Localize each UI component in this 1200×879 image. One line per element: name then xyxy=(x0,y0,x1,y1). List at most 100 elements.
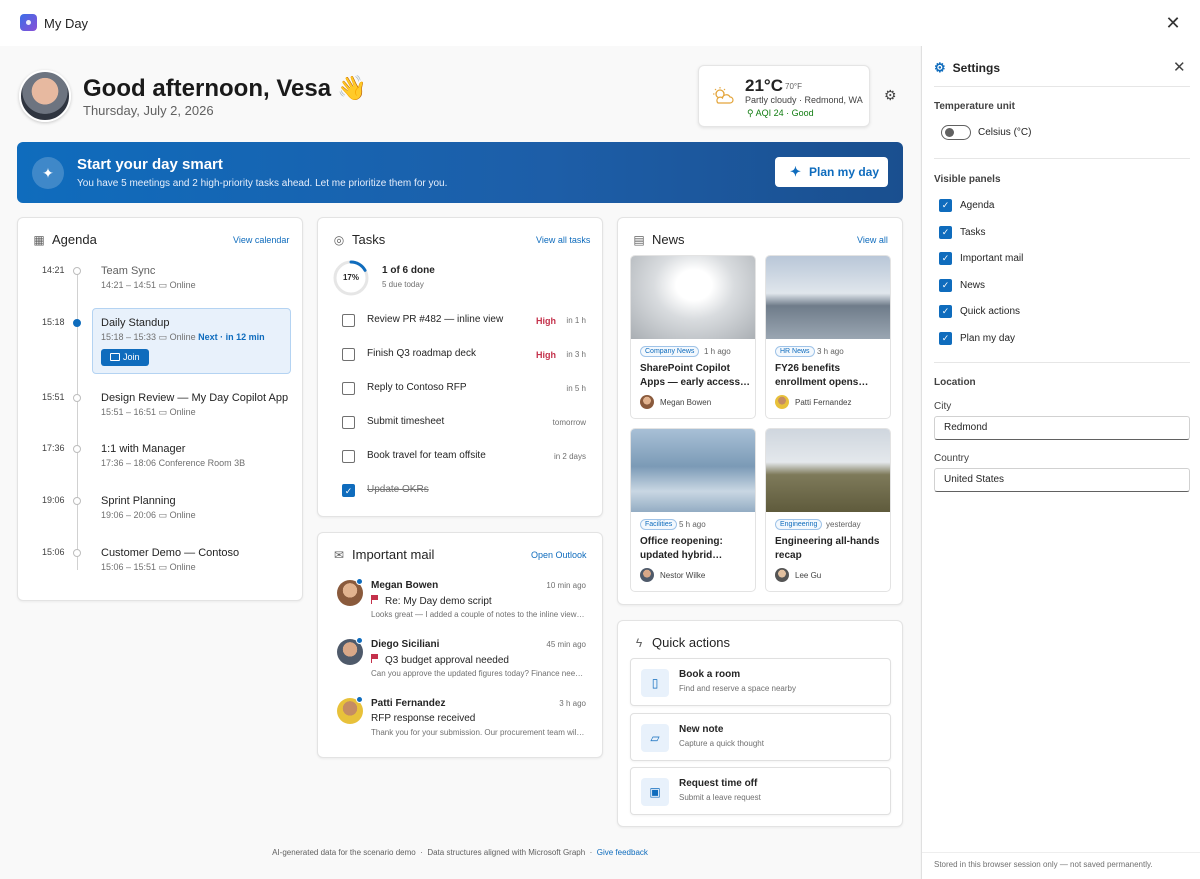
agenda-item[interactable]: 17:36 1:1 with Manager 17:36 – 18:06 Con… xyxy=(18,443,304,489)
new-note-button[interactable]: ▱ New note Capture a quick thought xyxy=(630,713,891,761)
news-tile[interactable]: Engineering yesterday Engineering all-ha… xyxy=(765,428,891,592)
calendar-person-icon: ▣ xyxy=(641,778,669,806)
give-feedback-link[interactable]: Give feedback xyxy=(597,848,648,857)
agenda-time: 19:06 xyxy=(42,495,65,505)
mail-time: 45 min ago xyxy=(546,640,586,649)
video-icon: ▭ xyxy=(158,332,168,342)
sparkle-icon: ✦ xyxy=(32,157,64,189)
video-icon: ▭ xyxy=(158,562,168,572)
news-time: 3 h ago xyxy=(817,347,844,356)
task-row: Book travel for team offsite in 2 days xyxy=(318,448,604,468)
task-due: in 1 h xyxy=(566,316,586,325)
agenda-title: Sprint Planning xyxy=(101,495,176,507)
join-button[interactable]: Join xyxy=(101,349,149,366)
panel-checkbox[interactable]: ✓ xyxy=(939,199,952,212)
book-room-button[interactable]: ▯ Book a room Find and reserve a space n… xyxy=(630,658,891,706)
task-row: Submit timesheet tomorrow xyxy=(318,414,604,434)
news-author: Megan Bowen xyxy=(660,398,712,407)
avatar xyxy=(775,568,789,582)
news-tile[interactable]: Company News 1 h ago SharePoint Copilot A… xyxy=(630,255,756,419)
task-checkbox[interactable] xyxy=(342,348,355,361)
lightning-icon: ϟ xyxy=(635,635,643,650)
temperature-toggle[interactable] xyxy=(941,125,971,140)
task-checkbox[interactable] xyxy=(342,450,355,463)
panel-checkbox[interactable]: ✓ xyxy=(939,332,952,345)
view-all-news-link[interactable]: View all xyxy=(857,235,888,245)
app-title: My Day xyxy=(44,16,89,31)
news-headline: FY26 benefits enrollment opens… xyxy=(775,363,869,388)
tasks-card: ◎ Tasks View all tasks 17% 1 of 6 done 5 … xyxy=(317,217,603,517)
timeline-dot xyxy=(73,549,81,557)
plan-my-day-button[interactable]: ✦ Plan my day xyxy=(775,157,888,187)
greeting: Good afternoon, Vesa 👋 xyxy=(83,74,367,103)
avatar xyxy=(640,395,654,409)
quick-actions-card: ϟ Quick actions ▯ Book a room Find and re… xyxy=(617,620,903,827)
task-due: tomorrow xyxy=(552,418,586,427)
settings-title: Settings xyxy=(952,61,1000,75)
task-checkbox-checked[interactable]: ✓ xyxy=(342,484,355,497)
task-checkbox[interactable] xyxy=(342,382,355,395)
task-row: Reply to Contoso RFP in 5 h xyxy=(318,380,604,400)
agenda-item[interactable]: 14:21 Team Sync 14:21 – 14:51 ▭ Online xyxy=(18,265,304,311)
agenda-item[interactable]: 15:06 Customer Demo — Contoso 15:06 – 15… xyxy=(18,547,304,593)
divider xyxy=(922,852,1200,853)
gear-icon[interactable]: ⚙ xyxy=(884,88,899,103)
mail-item[interactable]: Patti Fernandez 3 h ago RFP response rec… xyxy=(318,696,604,754)
temperature-f: 70°F xyxy=(785,82,802,91)
news-header: ▤ News xyxy=(632,232,684,247)
agenda-item[interactable]: 15:51 Design Review — My Day Copilot App… xyxy=(18,392,304,438)
close-icon[interactable]: ✕ xyxy=(1173,58,1186,76)
news-author: Nestor Wilke xyxy=(660,571,706,580)
quick-action-subtitle: Submit a leave request xyxy=(679,793,761,802)
news-tile[interactable]: HR News 3 h ago FY26 benefits enrollment … xyxy=(765,255,891,419)
panel-checkbox[interactable]: ✓ xyxy=(939,305,952,318)
check-circle-icon: ◎ xyxy=(333,232,345,247)
mail-item[interactable]: Megan Bowen 10 min ago Re: My Day demo s… xyxy=(318,578,604,636)
task-checkbox[interactable] xyxy=(342,314,355,327)
agenda-meta: 15:51 – 16:51 ▭ Online xyxy=(101,407,196,417)
news-author: Lee Gu xyxy=(795,571,822,580)
news-image xyxy=(631,256,755,339)
weather-condition: Partly cloudy · Redmond, WA xyxy=(745,95,863,105)
agenda-item[interactable]: 19:06 Sprint Planning 19:06 – 20:06 ▭ On… xyxy=(18,495,304,541)
news-tile[interactable]: Facilities 5 h ago Office reopening: upda… xyxy=(630,428,756,592)
panel-checkbox[interactable]: ✓ xyxy=(939,252,952,265)
quick-action-title: New note xyxy=(679,724,724,735)
task-checkbox[interactable] xyxy=(342,416,355,429)
city-label: City xyxy=(934,401,952,412)
video-icon: ▭ xyxy=(158,280,168,290)
city-input[interactable]: Redmond xyxy=(934,416,1190,440)
quick-actions-title: Quick actions xyxy=(652,635,731,650)
join-label: Join xyxy=(123,352,140,362)
panel-checkbox[interactable]: ✓ xyxy=(939,279,952,292)
weather-card[interactable]: 21°C 70°F Partly cloudy · Redmond, WA ⚲ … xyxy=(698,65,870,127)
country-input[interactable]: United States xyxy=(934,468,1190,492)
panel-label: Tasks xyxy=(960,227,986,238)
tasks-title: Tasks xyxy=(352,232,386,247)
task-label: Update OKRs xyxy=(367,484,429,495)
mail-time: 10 min ago xyxy=(546,581,586,590)
mail-subject: RFP response received xyxy=(371,713,476,724)
task-due: in 3 h xyxy=(566,350,586,359)
panel-checkbox[interactable]: ✓ xyxy=(939,226,952,239)
view-all-tasks-link[interactable]: View all tasks xyxy=(536,235,590,245)
tasks-due-today: 5 due today xyxy=(382,280,424,289)
agenda-meta: 19:06 – 20:06 ▭ Online xyxy=(101,510,196,520)
agenda-meta: 15:06 – 15:51 ▭ Online xyxy=(101,562,196,572)
mail-item[interactable]: Diego Siciliani 45 min ago Q3 budget app… xyxy=(318,637,604,695)
quick-action-title: Request time off xyxy=(679,778,758,789)
timeline-dot-now xyxy=(73,319,81,327)
task-row: ✓ Update OKRs xyxy=(318,482,604,502)
avatar xyxy=(640,568,654,582)
footer-text: Data structures aligned with Microsoft G… xyxy=(427,848,586,857)
request-time-off-button[interactable]: ▣ Request time off Submit a leave reques… xyxy=(630,767,891,815)
newspaper-icon: ▤ xyxy=(633,232,645,247)
flag-icon xyxy=(371,654,379,663)
close-icon[interactable]: ✕ xyxy=(1162,12,1184,34)
agenda-item[interactable]: 15:18 Daily Standup 15:18 – 15:33 ▭ Onli… xyxy=(18,317,304,363)
mail-from: Patti Fernandez xyxy=(371,698,446,709)
quick-action-title: Book a room xyxy=(679,669,741,680)
news-tag: Engineering xyxy=(775,519,823,530)
view-calendar-link[interactable]: View calendar xyxy=(233,235,289,245)
open-outlook-link[interactable]: Open Outlook xyxy=(531,550,587,560)
